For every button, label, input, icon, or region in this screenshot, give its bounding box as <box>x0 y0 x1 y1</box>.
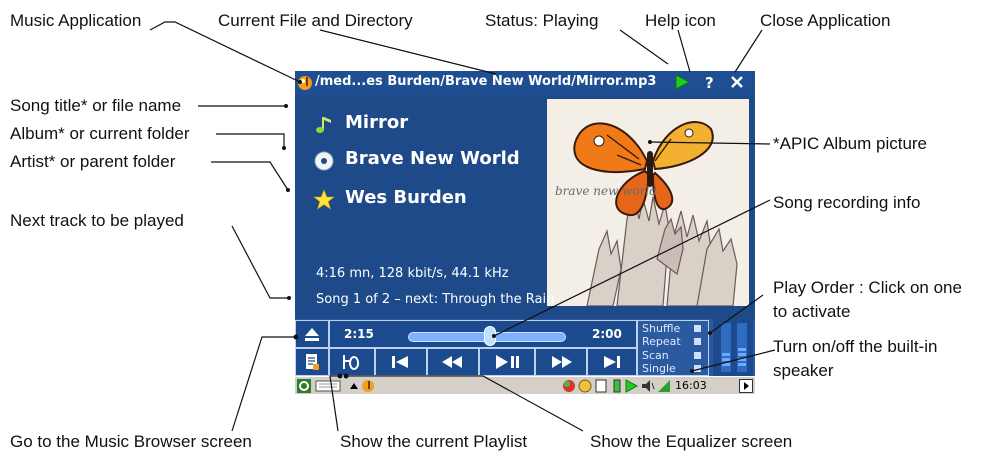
battery-icon <box>613 379 621 393</box>
song-recording-info: 4:16 mn, 128 kbit/s, 44.1 kHz <box>316 266 509 281</box>
speaker-toggle-icon[interactable] <box>641 379 655 393</box>
album-picture: brave new world <box>547 99 749 306</box>
label-playlist: Show the current Playlist <box>340 432 528 451</box>
label-help-icon: Help icon <box>645 11 716 30</box>
artist-name: Wes Burden <box>345 187 467 208</box>
label-play-order-2: to activate <box>773 302 851 321</box>
label-play-order: Play Order : Click on one <box>773 278 962 297</box>
up-arrow-icon[interactable] <box>347 379 361 393</box>
current-file-path: /med...es Burden/Brave New World/Mirror.… <box>315 74 657 89</box>
keyboard-icon[interactable] <box>315 379 341 393</box>
equalizer-button[interactable] <box>329 348 375 376</box>
clock: 16:03 <box>675 379 707 392</box>
label-album: Album* or current folder <box>10 124 190 143</box>
elapsed-time: 2:15 <box>344 327 374 341</box>
eject-icon <box>305 328 319 341</box>
start-icon[interactable] <box>297 379 311 393</box>
globe-icon[interactable] <box>578 379 592 393</box>
label-song-title: Song title* or file name <box>10 96 182 115</box>
next-track-info: Song 1 of 2 – next: Through the Rain <box>316 292 555 307</box>
previous-track-icon <box>392 356 408 368</box>
label-current-file: Current File and Directory <box>218 11 413 30</box>
document-icon[interactable] <box>594 379 608 393</box>
play-order-repeat[interactable]: Repeat <box>642 335 701 348</box>
volume-meter <box>713 319 753 376</box>
label-speaker-2: speaker <box>773 361 834 380</box>
play-order-indicator <box>694 352 701 359</box>
equalizer-icon <box>343 355 360 370</box>
label-status-playing: Status: Playing <box>485 11 599 30</box>
label-apic: *APIC Album picture <box>773 134 928 153</box>
network-icon[interactable] <box>562 379 576 393</box>
play-pause-button[interactable] <box>479 348 535 376</box>
label-equalizer: Show the Equalizer screen <box>590 432 793 451</box>
play-order-label: Scan <box>642 349 669 362</box>
music-note-icon <box>316 117 331 133</box>
cd-icon <box>314 151 334 171</box>
seek-knob[interactable] <box>484 326 497 346</box>
star-icon <box>313 189 335 210</box>
taskbar: 16:03 <box>295 376 755 394</box>
seek-area: 2:15 2:00 <box>329 320 637 348</box>
music-player-screen: /med...es Burden/Brave New World/Mirror.… <box>295 71 755 394</box>
album-art-image: brave new world <box>547 99 749 306</box>
title-bar: /med...es Burden/Brave New World/Mirror.… <box>295 71 755 95</box>
remaining-time: 2:00 <box>592 327 622 341</box>
close-icon[interactable] <box>729 74 745 90</box>
next-track-button[interactable] <box>587 348 637 376</box>
label-song-recording-info: Song recording info <box>773 193 921 212</box>
label-close-application: Close Application <box>760 11 891 30</box>
label-next-track: Next track to be played <box>10 211 184 230</box>
label-speaker: Turn on/off the built-in <box>773 337 938 356</box>
fast-forward-icon <box>552 356 572 368</box>
album-name: Brave New World <box>345 148 520 169</box>
previous-track-button[interactable] <box>375 348 427 376</box>
play-order-label: Single <box>642 362 676 375</box>
play-order-indicator <box>694 365 701 372</box>
next-track-icon <box>604 356 620 368</box>
signal-icon <box>658 380 670 392</box>
label-artist: Artist* or parent folder <box>10 152 176 171</box>
music-tray-icon[interactable] <box>361 379 375 393</box>
svg-text:?: ? <box>705 74 714 90</box>
play-tray-icon[interactable] <box>624 379 638 393</box>
music-browser-button[interactable] <box>295 320 329 348</box>
scroll-right-icon[interactable] <box>739 379 753 393</box>
play-order-single[interactable]: Single <box>642 362 701 375</box>
play-status-icon <box>675 74 690 90</box>
play-order-label: Repeat <box>642 335 681 348</box>
play-order-shuffle[interactable]: Shuffle <box>642 322 701 335</box>
play-order-indicator <box>694 325 701 332</box>
rewind-icon <box>442 356 462 368</box>
rewind-button[interactable] <box>427 348 479 376</box>
song-title: Mirror <box>345 112 409 133</box>
fast-forward-button[interactable] <box>535 348 587 376</box>
play-order-panel: Shuffle Repeat Scan Single <box>637 320 709 376</box>
help-icon[interactable]: ? <box>701 74 717 90</box>
playlist-button[interactable] <box>295 348 329 376</box>
control-panel: 2:15 2:00 Shuffle Repeat Scan Single <box>295 319 755 376</box>
play-pause-icon <box>496 355 519 369</box>
label-music-browser: Go to the Music Browser screen <box>10 432 252 451</box>
label-music-application: Music Application <box>10 11 142 30</box>
music-app-icon[interactable] <box>297 74 313 91</box>
play-order-indicator <box>694 338 701 345</box>
album-art-text: brave new world <box>555 184 657 198</box>
playlist-icon <box>306 354 319 370</box>
play-order-label: Shuffle <box>642 322 681 335</box>
play-order-scan[interactable]: Scan <box>642 349 701 362</box>
